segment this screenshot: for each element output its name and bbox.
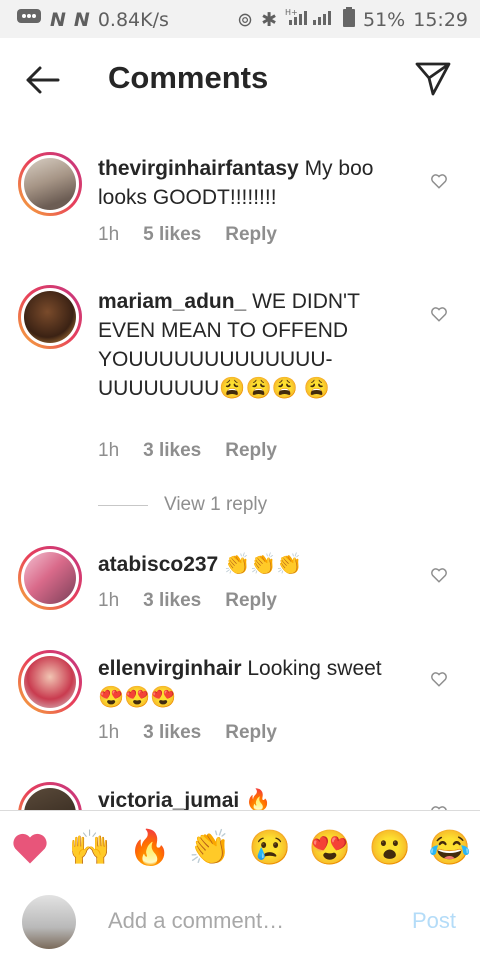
carrier-n-icon: N [50,8,66,31]
avatar[interactable] [18,285,82,349]
comment-meta: 1h 5 likes Reply [98,224,277,246]
status-bar: N N 0.84K/s ⊚ ✱ H+ 51% 15:29 [0,0,480,38]
like-heart-icon[interactable] [430,670,448,688]
comment-composer: Add a comment… Post [0,885,480,960]
like-heart-icon[interactable] [430,172,448,190]
comment-username[interactable]: victoria_jumai [98,789,239,810]
surprised-emoji-button[interactable]: 😮 [368,826,412,870]
avatar[interactable] [18,152,82,216]
comment-likes[interactable]: 3 likes [143,590,201,612]
bluetooth-icon: ✱ [261,8,277,31]
raised-hands-emoji-button[interactable]: 🙌 [68,826,112,870]
heart-emoji-button[interactable] [8,826,52,870]
comment-text: thevirginhairfantasy My boo looks GOODT!… [98,154,408,212]
clock: 15:29 [413,8,468,31]
comment-likes[interactable]: 3 likes [143,440,201,462]
fire-emoji-button[interactable]: 🔥 [128,826,172,870]
comment-username[interactable]: ellenvirginhair [98,657,242,680]
chat-notification-icon [16,7,42,32]
carrier-n-icon-2: N [73,8,90,31]
header: Comments [0,38,480,122]
comment-time: 1h [98,722,120,743]
comment-time: 1h [98,224,120,245]
view-replies-label[interactable]: View 1 reply [164,494,267,516]
hotspot-icon: ⊚ [237,8,254,31]
quick-emoji-bar: 🙌 🔥 👏 😢 😍 😮 😂 [0,810,480,886]
network-speed: 0.84K/s [97,8,169,31]
view-replies-link[interactable]: View 1 reply [98,494,267,516]
like-heart-icon[interactable] [430,566,448,584]
svg-text:H+: H+ [285,8,298,17]
like-heart-icon[interactable] [430,305,448,323]
comment-username[interactable]: thevirginhairfantasy [98,157,299,180]
reply-button[interactable]: Reply [225,224,277,246]
comment-item: victoria_jumai 🔥 [0,780,480,810]
post-button[interactable]: Post [412,908,456,934]
comment-time: 1h [98,440,120,461]
comment-username[interactable]: mariam_adun_ [98,290,246,313]
clap-emoji-button[interactable]: 👏 [188,826,232,870]
comment-text: atabisco237 👏👏👏 [98,550,408,579]
comment-body: 🔥 [239,789,272,810]
crying-emoji-button[interactable]: 😢 [248,826,292,870]
comment-text: ellenvirginhair Looking sweet 😍😍😍 [98,654,408,712]
comment-meta: 1h 3 likes Reply [98,722,277,744]
page-title: Comments [108,60,269,95]
comment-likes[interactable]: 3 likes [143,722,201,744]
avatar[interactable] [18,650,82,714]
reply-button[interactable]: Reply [225,722,277,744]
comment-username[interactable]: atabisco237 [98,553,218,576]
signal-icon: H+ [285,7,335,32]
battery-icon [343,7,355,32]
reply-button[interactable]: Reply [225,590,277,612]
comment-likes[interactable]: 5 likes [143,224,201,246]
avatar[interactable] [18,546,82,610]
comment-input[interactable]: Add a comment… [108,908,284,934]
comment-body: 👏👏👏 [218,553,303,576]
comment-meta: 1h 3 likes Reply [98,590,277,612]
comment-time: 1h [98,590,120,611]
send-direct-icon[interactable] [414,60,452,98]
avatar [22,895,76,949]
comment-text: mariam_adun_ WE DIDN'T EVEN MEAN TO OFFE… [98,287,408,403]
tears-of-joy-emoji-button[interactable]: 😂 [428,826,472,870]
reply-button[interactable]: Reply [225,440,277,462]
battery-level: 51% [363,8,406,31]
comment-text: victoria_jumai 🔥 [98,786,408,810]
heart-eyes-emoji-button[interactable]: 😍 [308,826,352,870]
avatar[interactable] [18,782,82,810]
divider [98,504,148,506]
comment-meta: 1h 3 likes Reply [98,440,277,462]
back-arrow-icon[interactable] [22,60,62,100]
